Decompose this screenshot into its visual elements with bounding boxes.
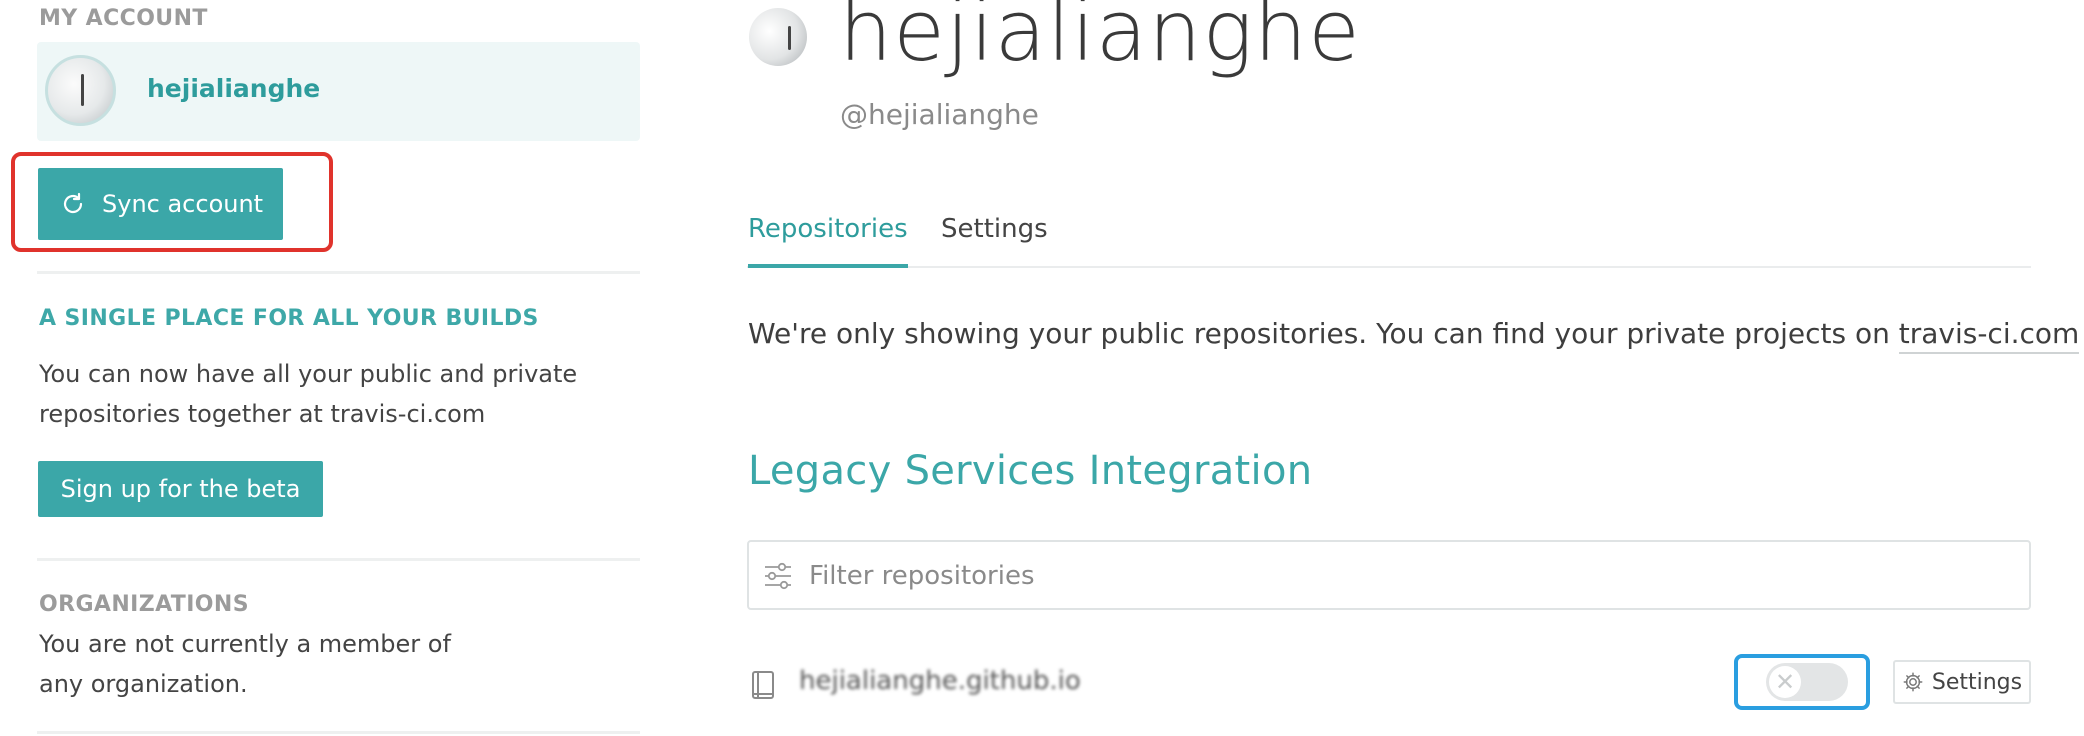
main-content: hejialianghe @hejialianghe Repositories … — [747, 0, 2080, 736]
repository-row: hejialianghe.github.io ✕ Settings — [747, 654, 2031, 720]
filter-repositories-field[interactable] — [747, 540, 2031, 610]
my-account-heading: MY ACCOUNT — [39, 6, 208, 31]
account-name-link[interactable]: hejialianghe — [147, 74, 320, 103]
profile-handle: @hejialianghe — [840, 98, 1039, 131]
travis-ci-com-link[interactable]: travis-ci.com — [1898, 317, 2080, 354]
tab-repositories[interactable]: Repositories — [748, 214, 908, 268]
sliders-icon — [765, 562, 791, 590]
divider — [37, 731, 640, 734]
sign-up-beta-label: Sign up for the beta — [60, 475, 301, 503]
builds-description: You can now have all your public and pri… — [39, 360, 578, 428]
divider — [37, 271, 640, 274]
builds-heading: A SINGLE PLACE FOR ALL YOUR BUILDS — [39, 306, 539, 331]
notice-text: We're only showing your public repositor… — [748, 317, 1899, 350]
avatar-mark — [788, 26, 791, 50]
filter-repositories-input[interactable] — [807, 542, 1991, 610]
profile-name: hejialianghe — [839, 0, 1361, 80]
gear-icon — [1903, 672, 1923, 692]
repository-name[interactable]: hejialianghe.github.io — [799, 666, 1081, 696]
avatar — [45, 55, 116, 126]
sign-up-beta-button[interactable]: Sign up for the beta — [38, 461, 323, 517]
profile-avatar — [749, 8, 807, 66]
profile-tabs: Repositories Settings — [747, 210, 2031, 268]
public-repos-notice: We're only showing your public repositor… — [748, 317, 2084, 354]
sidebar: MY ACCOUNT hejialianghe Sync account A S… — [11, 0, 640, 736]
divider — [37, 558, 640, 561]
x-icon: ✕ — [1769, 666, 1801, 698]
avatar-mark — [81, 74, 84, 106]
legacy-services-title: Legacy Services Integration — [748, 448, 1313, 494]
organizations-heading: ORGANIZATIONS — [39, 592, 249, 617]
repository-settings-label: Settings — [1931, 669, 2023, 695]
repository-settings-button[interactable]: Settings — [1893, 660, 2031, 704]
refresh-icon — [63, 192, 83, 214]
sync-account-button[interactable]: Sync account — [38, 168, 283, 240]
book-icon — [752, 671, 774, 699]
repository-toggle[interactable]: ✕ — [1766, 663, 1848, 701]
tab-settings[interactable]: Settings — [941, 214, 1048, 244]
account-card[interactable]: hejialianghe — [37, 42, 640, 141]
organizations-empty-text: You are not currently a member of any or… — [39, 630, 451, 698]
sync-account-label: Sync account — [102, 190, 264, 218]
notice-suffix: . — [2079, 317, 2084, 350]
